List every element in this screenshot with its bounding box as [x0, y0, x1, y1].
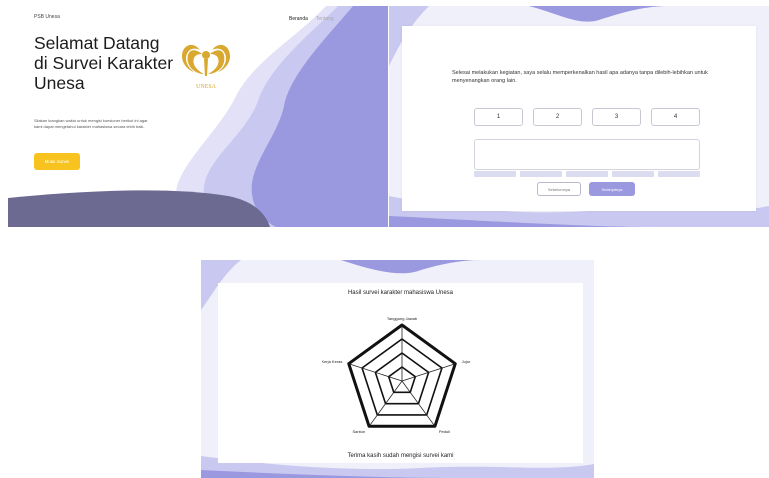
answer-textarea[interactable]	[474, 139, 700, 170]
radar-axis-label: Peduli	[439, 429, 450, 434]
progress-segments	[474, 171, 700, 177]
answer-option-1[interactable]: 1	[474, 108, 523, 126]
result-title: Hasil survei karakter mahasiswa Unesa	[347, 290, 454, 296]
progress-segment	[658, 171, 700, 177]
radar-chart: Tanggung Jawab Jujur Peduli Santun Kerja Ker…	[322, 316, 471, 434]
logo-text: UNESA	[196, 84, 217, 90]
radar-axis-label: Tanggung Jawab	[387, 316, 418, 321]
result-card: Hasil survei karakter mahasiswa Unesa Ta…	[218, 283, 583, 463]
unesa-logo-icon: UNESA	[182, 44, 230, 90]
thank-you-text: Terima kasih sudah mengisi survei kami	[347, 453, 454, 459]
progress-segment	[520, 171, 562, 177]
radar-labels: Tanggung Jawab Jujur Peduli Santun Kerja Ker…	[322, 316, 471, 434]
progress-segment	[474, 171, 516, 177]
previous-button[interactable]: Sebelumnya	[537, 182, 581, 196]
answer-option-2[interactable]: 2	[533, 108, 582, 126]
result-panel: Hasil survei karakter mahasiswa Unesa Ta…	[201, 260, 594, 478]
progress-segment	[566, 171, 608, 177]
answer-option-4[interactable]: 4	[651, 108, 700, 126]
radar-axis-label: Kerja Keras	[322, 359, 342, 364]
nav-link-beranda[interactable]: Beranda	[289, 16, 308, 22]
start-survey-button[interactable]: Mulai Survei	[34, 153, 80, 170]
progress-segment	[612, 171, 654, 177]
hero-description: Silakan luangkan waktu untuk mengisi kue…	[34, 118, 148, 129]
top-nav: Beranda Tentang	[289, 16, 334, 22]
radar-axis-label: Jujur	[462, 359, 471, 364]
answer-option-3[interactable]: 3	[592, 108, 641, 126]
landing-panel: PSB Unesa Beranda Tentang Selamat Datang…	[8, 6, 388, 227]
nav-link-tentang[interactable]: Tentang	[316, 16, 334, 22]
radar-axis-label: Santun	[352, 429, 365, 434]
brand-text: PSB Unesa	[34, 14, 60, 20]
survey-panel: Selesai melakukan kegiatan, saya selalu …	[389, 6, 769, 227]
question-text: Selesai melakukan kegiatan, saya selalu …	[452, 70, 708, 84]
next-button[interactable]: Selanjutnya	[589, 182, 635, 196]
